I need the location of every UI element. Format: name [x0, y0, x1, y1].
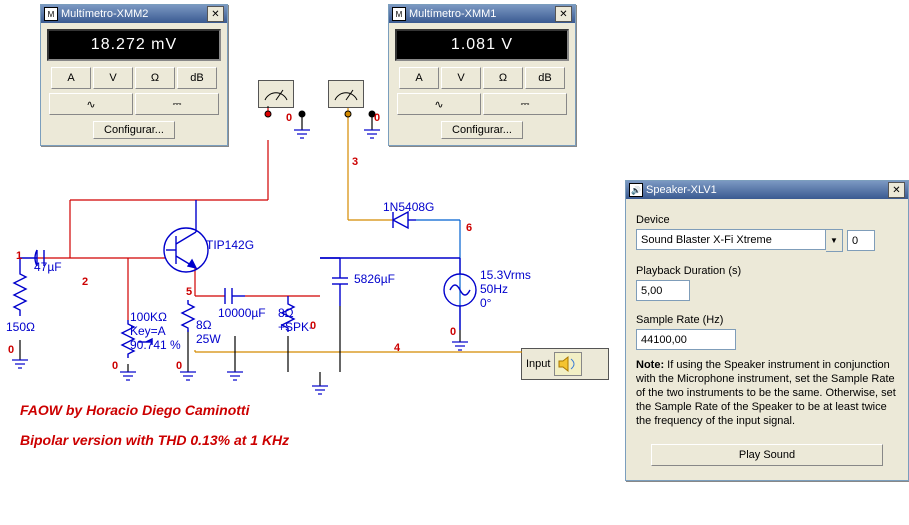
node-0: 0 [176, 360, 182, 372]
node-4: 4 [394, 342, 400, 354]
titlebar[interactable]: 🔊 Speaker-XLV1 ✕ [626, 181, 908, 199]
spk-load-label: 8Ω +SPK- [278, 306, 313, 334]
vsrc-label: 15.3Vrms 50Hz 0° [480, 268, 531, 310]
chevron-down-icon[interactable]: ▼ [826, 229, 843, 252]
transistor-label: TIP142G [206, 238, 254, 252]
c5826-label: 5826µF [354, 272, 395, 286]
node-0: 0 [8, 344, 14, 356]
node-0: 0 [374, 112, 380, 124]
diode-label: 1N5408G [383, 200, 434, 214]
c10000-label: 10000µF [218, 306, 266, 320]
node-6: 6 [466, 222, 472, 234]
r150-label: 150Ω [6, 320, 35, 334]
note-text: Note: If using the Speaker instrument in… [636, 358, 898, 428]
r8-25w-label: 8Ω 25W [196, 318, 221, 346]
node-2: 2 [82, 276, 88, 288]
close-icon[interactable]: ✕ [888, 182, 905, 198]
play-sound-button[interactable]: Play Sound [651, 444, 883, 466]
node-0: 0 [450, 326, 456, 338]
duration-field[interactable]: 5,00 [636, 280, 690, 301]
device-value: Sound Blaster X-Fi Xtreme [636, 229, 826, 250]
device-select[interactable]: Sound Blaster X-Fi Xtreme ▼ [636, 229, 843, 252]
node-0: 0 [112, 360, 118, 372]
node-0: 0 [310, 320, 316, 332]
node-1: 1 [16, 250, 22, 262]
node-5: 5 [186, 286, 192, 298]
credit-line-1: FAOW by Horacio Diego Caminotti [20, 402, 249, 418]
rate-label: Sample Rate (Hz) [636, 313, 898, 327]
rate-field[interactable]: 44100,00 [636, 329, 736, 350]
cap-in-label: 47µF [34, 260, 62, 274]
pot-label: 100KΩ Key=A 90.741 % [130, 310, 181, 352]
window-title: Speaker-XLV1 [646, 184, 717, 196]
duration-label: Playback Duration (s) [636, 264, 898, 278]
device-aux-field[interactable]: 0 [847, 230, 875, 251]
node-0: 0 [286, 112, 292, 124]
speaker-window: 🔊 Speaker-XLV1 ✕ Device Sound Blaster X-… [625, 180, 909, 481]
node-3: 3 [352, 156, 358, 168]
credit-line-2: Bipolar version with THD 0.13% at 1 KHz [20, 432, 289, 448]
device-label: Device [636, 213, 898, 227]
speaker-icon: 🔊 [629, 183, 643, 197]
